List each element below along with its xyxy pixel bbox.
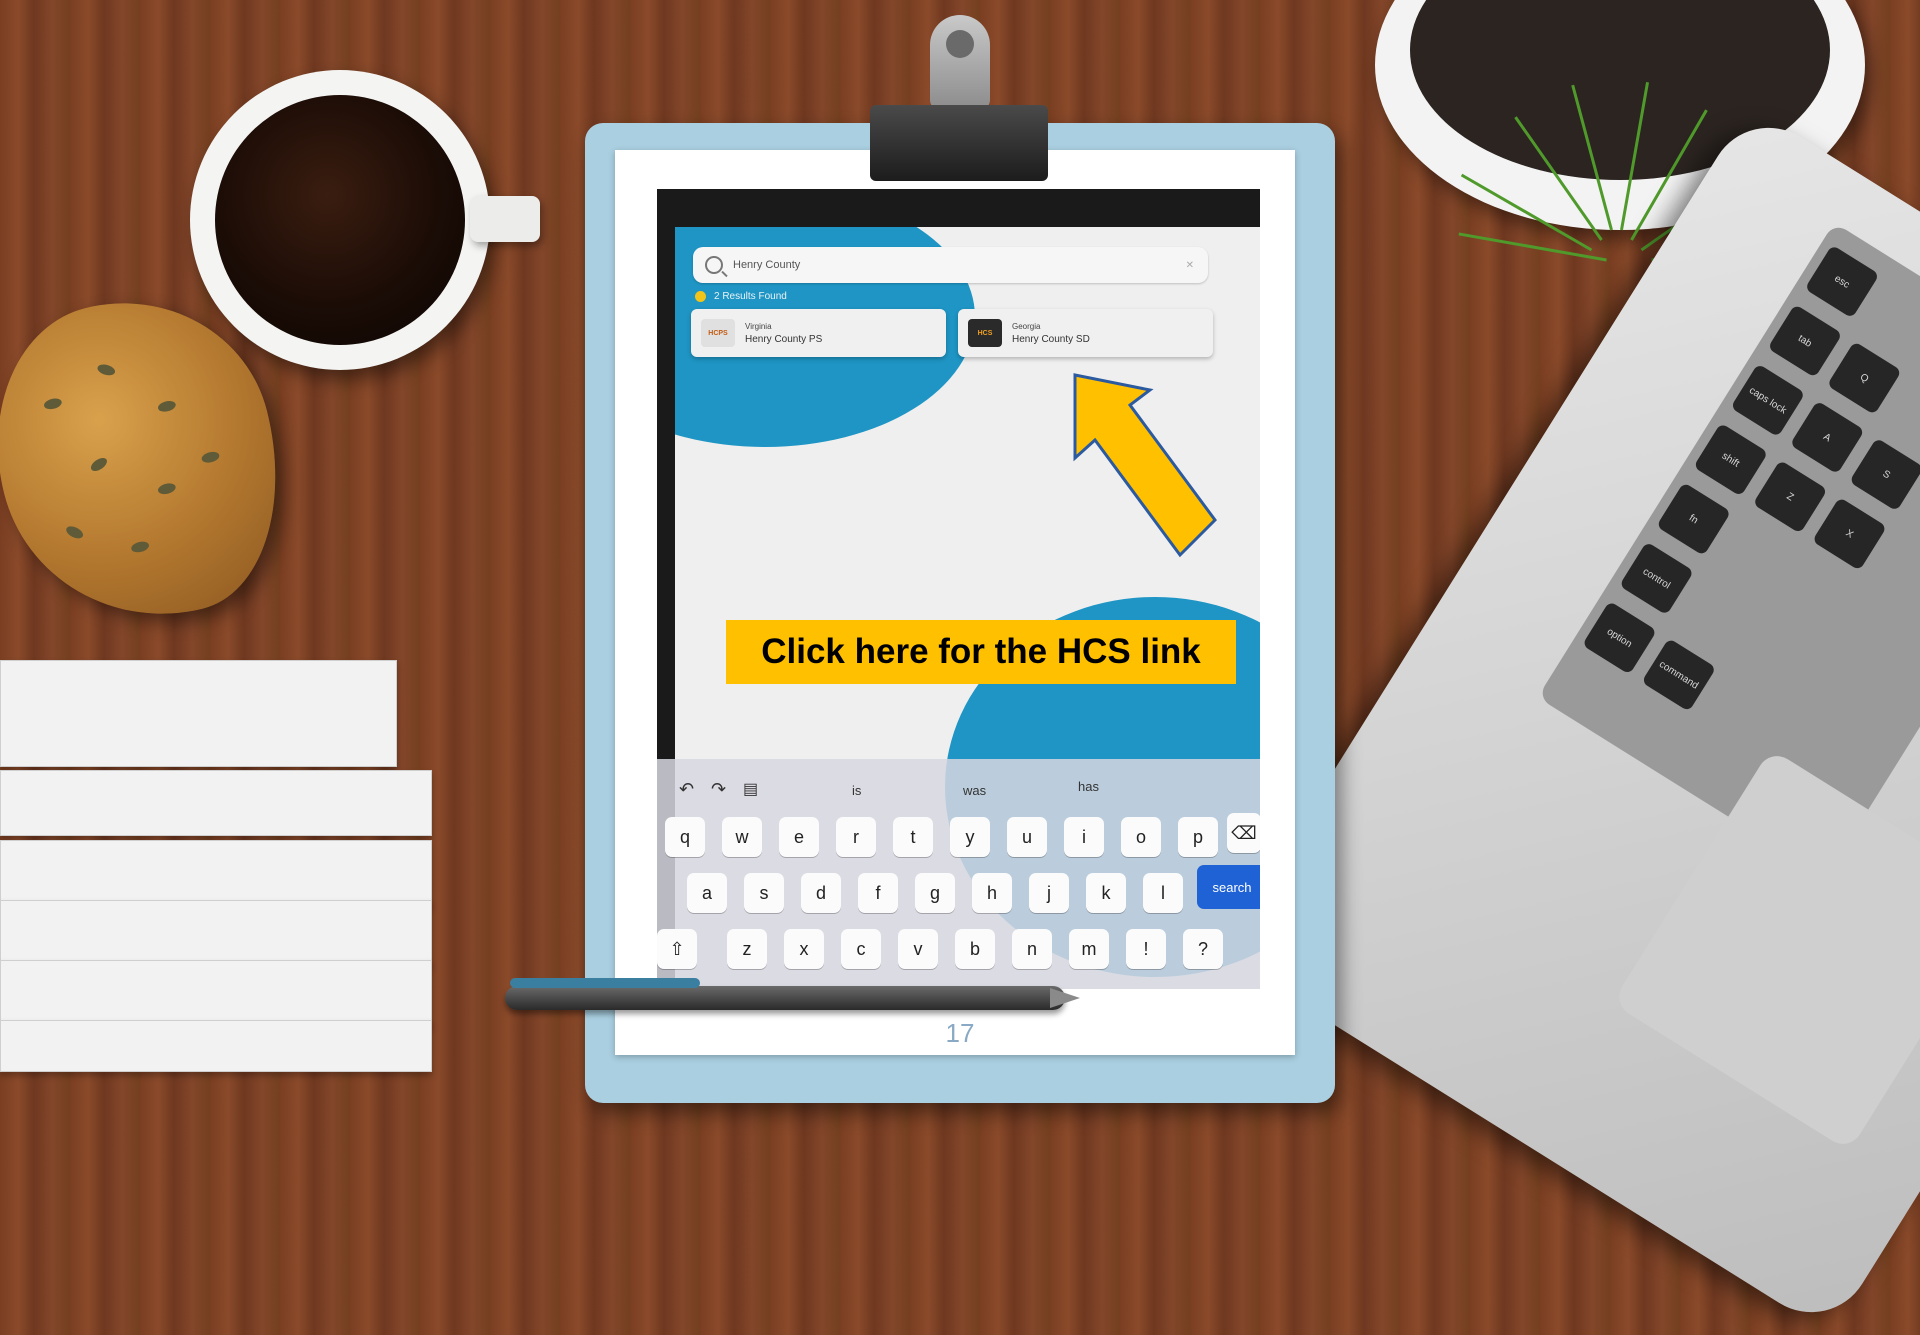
key-i[interactable]: i: [1064, 817, 1104, 857]
seed: [64, 523, 85, 541]
laptop-key: Q: [1826, 341, 1902, 415]
result-card-henry-county-sd[interactable]: HCS Georgia Henry County SD: [958, 309, 1213, 357]
key-p[interactable]: p: [1178, 817, 1218, 857]
on-screen-keyboard: ↶ ↷ ▤ is was has qwertyuiop asdfghjkl zx…: [657, 759, 1260, 989]
arrow-shape: [1073, 373, 1217, 558]
result-name: Henry County SD: [1012, 333, 1090, 345]
laptop-key: Z: [1752, 459, 1828, 534]
key-v[interactable]: v: [898, 929, 938, 969]
laptop-key: A: [1789, 400, 1865, 475]
district-logo: HCS: [968, 319, 1002, 347]
key-question[interactable]: ?: [1183, 929, 1223, 969]
suggestion[interactable]: is: [852, 783, 861, 798]
key-t[interactable]: t: [893, 817, 933, 857]
seed: [88, 455, 110, 474]
suggestion[interactable]: has: [1078, 779, 1099, 794]
laptop-key: X: [1811, 496, 1888, 571]
binder-clip: [870, 105, 1048, 181]
blueprint-roll: [0, 960, 432, 1026]
key-j[interactable]: j: [1029, 873, 1069, 913]
laptop-key: esc: [1804, 244, 1880, 319]
callout-text: Click here for the HCS link: [761, 632, 1201, 671]
coffee: [215, 95, 465, 345]
seed: [156, 481, 177, 496]
key-u[interactable]: u: [1007, 817, 1047, 857]
seed: [130, 539, 151, 554]
seed: [96, 362, 117, 378]
instruction-callout: Click here for the HCS link: [726, 620, 1236, 684]
result-name: Henry County PS: [745, 333, 823, 345]
seed: [42, 396, 63, 411]
search-input[interactable]: Henry County: [733, 259, 1186, 271]
key-s[interactable]: s: [744, 873, 784, 913]
key-o[interactable]: o: [1121, 817, 1161, 857]
blueprint-roll: [0, 900, 432, 966]
pointer-arrow: [1073, 373, 1217, 558]
seed: [200, 450, 221, 465]
district-search-bar[interactable]: Henry County ✕: [693, 247, 1208, 283]
key-a[interactable]: a: [687, 873, 727, 913]
key-h[interactable]: h: [972, 873, 1012, 913]
key-c[interactable]: c: [841, 929, 881, 969]
key-k[interactable]: k: [1086, 873, 1126, 913]
key-q[interactable]: q: [665, 817, 705, 857]
keyboard-row-2: asdfghjkl: [687, 873, 1183, 913]
search-key[interactable]: search: [1197, 865, 1260, 909]
key-w[interactable]: w: [722, 817, 762, 857]
shift-key[interactable]: ⇧: [657, 929, 697, 969]
key-y[interactable]: y: [950, 817, 990, 857]
key-m[interactable]: m: [1069, 929, 1109, 969]
laptop-key: shift: [1693, 422, 1769, 497]
blueprint-sheet: [0, 660, 397, 767]
result-card-henry-county-ps[interactable]: HCPS Virginia Henry County PS: [691, 309, 946, 357]
page-number: 17: [945, 1018, 975, 1048]
laptop-key: fn: [1656, 482, 1732, 556]
result-state: Virginia: [745, 321, 772, 331]
laptop-key: control: [1619, 541, 1695, 616]
key-f[interactable]: f: [858, 873, 898, 913]
results-indicator-icon: [695, 291, 706, 302]
suggestion[interactable]: was: [963, 783, 986, 798]
key-n[interactable]: n: [1012, 929, 1052, 969]
key-b[interactable]: b: [955, 929, 995, 969]
delete-key[interactable]: ⌫: [1227, 813, 1260, 853]
results-count: 2 Results Found: [695, 291, 787, 302]
search-icon: [705, 256, 723, 274]
pen-clip: [510, 978, 700, 988]
laptop-key: option: [1581, 600, 1658, 675]
clear-icon[interactable]: ✕: [1186, 260, 1194, 271]
paste-icon[interactable]: ▤: [743, 779, 758, 799]
laptop-key: caps lock: [1730, 363, 1806, 438]
blueprint-roll: [0, 840, 432, 906]
laptop-key: command: [1641, 637, 1717, 712]
binder-clip-hole: [946, 30, 974, 58]
key-d[interactable]: d: [801, 873, 841, 913]
pen-nib: [1050, 988, 1080, 1008]
key-g[interactable]: g: [915, 873, 955, 913]
district-logo: HCPS: [701, 319, 735, 347]
key-exclamation[interactable]: !: [1126, 929, 1166, 969]
undo-icon[interactable]: ↶: [679, 779, 694, 800]
keyboard-row-1: qwertyuiop: [665, 817, 1218, 857]
mug-handle: [470, 196, 540, 242]
key-e[interactable]: e: [779, 817, 819, 857]
redo-icon[interactable]: ↷: [711, 779, 726, 800]
seed: [156, 399, 177, 414]
key-r[interactable]: r: [836, 817, 876, 857]
laptop-key: tab: [1767, 304, 1843, 378]
key-z[interactable]: z: [727, 929, 767, 969]
key-l[interactable]: l: [1143, 873, 1183, 913]
results-label: 2 Results Found: [714, 291, 787, 302]
blueprint-roll: [0, 770, 432, 836]
pen: [505, 986, 1065, 1010]
result-state: Georgia: [1012, 321, 1041, 331]
laptop-key: S: [1849, 437, 1920, 512]
keyboard-row-3: z x c v b n m!?: [727, 929, 1223, 969]
blueprint-roll: [0, 1020, 432, 1072]
key-x[interactable]: x: [784, 929, 824, 969]
tablet-photo: Henry County ✕ 2 Results Found HCPS Virg…: [657, 189, 1260, 989]
